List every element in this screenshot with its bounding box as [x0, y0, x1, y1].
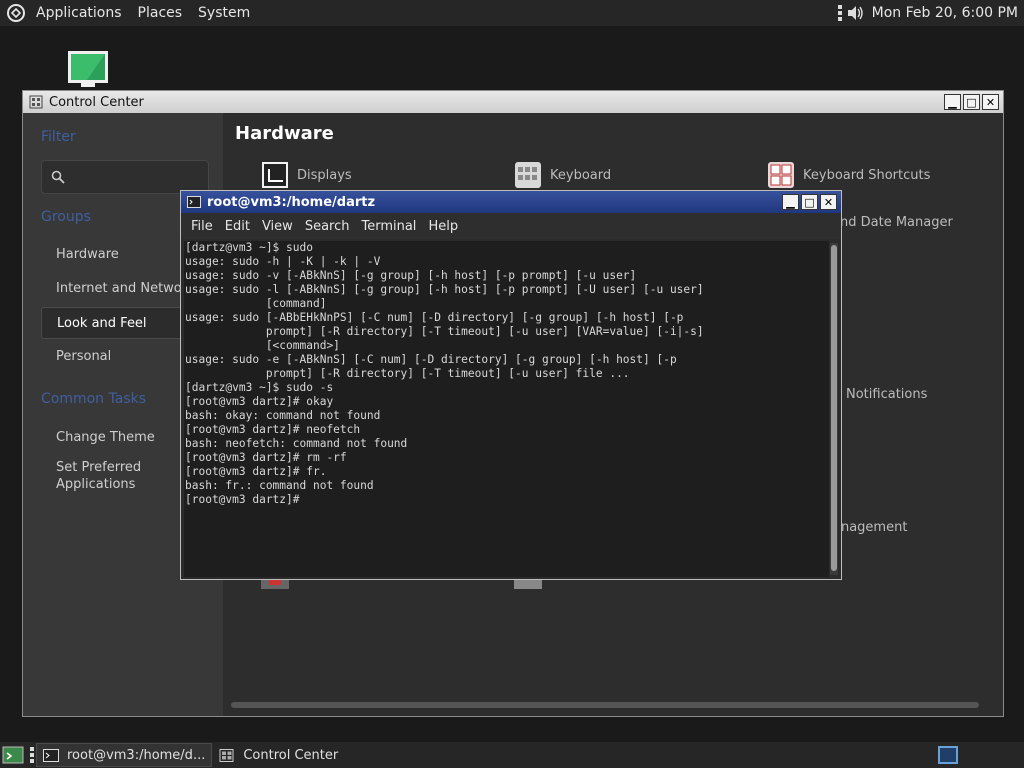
- terminal-line: bash: fr.: command not found: [185, 479, 374, 492]
- horizontal-scrollbar[interactable]: [231, 702, 979, 708]
- terminal-line: usage: sudo -v [-ABkNnS] [-g group] [-h …: [185, 269, 637, 282]
- app-label: Keyboard: [550, 167, 612, 183]
- app-displays[interactable]: Displays: [261, 161, 352, 189]
- terminal-titlebar[interactable]: root@vm3:/home/dartz ▁ □ ✕: [181, 191, 841, 213]
- terminal-scrollbar-thumb[interactable]: [831, 245, 837, 571]
- terminal-line: [command]: [185, 297, 327, 310]
- terminal-task-icon: [43, 748, 59, 762]
- control-center-icon: [29, 95, 43, 109]
- terminal-line: usage: sudo -h | -K | -k | -V: [185, 255, 381, 268]
- top-right-tray: Mon Feb 20, 6:00 PM: [837, 0, 1024, 26]
- menu-applications[interactable]: Applications: [28, 0, 130, 26]
- terminal-line: [root@vm3 dartz]# rm -rf: [185, 451, 347, 464]
- terminal-menu-edit[interactable]: Edit: [219, 219, 256, 234]
- terminal-menu-file[interactable]: File: [185, 219, 219, 234]
- app-label: Keyboard Shortcuts: [803, 167, 931, 183]
- app-date-manager-label[interactable]: nd Date Manager: [840, 215, 953, 230]
- keyboard-shortcuts-icon: [768, 162, 794, 188]
- app-management-label[interactable]: anagement: [833, 520, 907, 535]
- filter-heading: Filter: [41, 129, 76, 145]
- terminal-maximize-button[interactable]: □: [801, 194, 818, 210]
- terminal-menu-view[interactable]: View: [256, 219, 299, 234]
- groups-heading: Groups: [41, 209, 91, 225]
- partial-gray-app-icon[interactable]: [514, 579, 542, 589]
- control-center-task-icon: [219, 748, 234, 762]
- terminal-scrollbar[interactable]: [830, 243, 838, 575]
- terminal-line: [root@vm3 dartz]# neofetch: [185, 423, 361, 436]
- terminal-line: usage: sudo -l [-ABkNnS] [-g group] [-h …: [185, 283, 704, 296]
- window-controls: ▁ □ ✕: [944, 94, 999, 110]
- top-menu: Applications Places System: [28, 0, 258, 26]
- terminal-line: usage: sudo -e [-ABkNnS] [-C num] [-D di…: [185, 353, 677, 366]
- window-title: Control Center: [49, 94, 144, 110]
- terminal-line: [dartz@vm3 ~]$ sudo: [185, 241, 313, 254]
- bottom-panel: root@vm3:/home/d... Control Center: [0, 742, 1024, 768]
- terminal-menu-terminal[interactable]: Terminal: [355, 219, 422, 234]
- app-label: Displays: [297, 167, 352, 183]
- workspace-switcher[interactable]: [938, 746, 958, 764]
- partial-red-app-icon[interactable]: [261, 579, 289, 589]
- terminal-output: [dartz@vm3 ~]$ sudo usage: sudo -h | -K |…: [184, 241, 829, 507]
- filter-search-input[interactable]: [41, 160, 209, 194]
- terminal-output-area[interactable]: [dartz@vm3 ~]$ sudo usage: sudo -h | -K |…: [184, 241, 829, 577]
- terminal-menu-help[interactable]: Help: [422, 219, 464, 234]
- app-keyboard-shortcuts[interactable]: Keyboard Shortcuts: [767, 161, 930, 189]
- close-button[interactable]: ✕: [982, 94, 999, 110]
- app-notifications-label[interactable]: Notifications: [846, 387, 927, 402]
- volume-icon[interactable]: [846, 4, 866, 22]
- terminal-menubar: File Edit View Search Terminal Help: [181, 213, 841, 239]
- terminal-line: bash: neofetch: command not found: [185, 437, 408, 450]
- terminal-line: [dartz@vm3 ~]$ sudo -s: [185, 381, 334, 394]
- terminal-line: bash: okay: command not found: [185, 409, 381, 422]
- terminal-menu-search[interactable]: Search: [299, 219, 356, 234]
- terminal-window: root@vm3:/home/dartz ▁ □ ✕ File Edit Vie…: [180, 190, 842, 580]
- section-title: Hardware: [235, 123, 334, 144]
- menu-system[interactable]: System: [190, 0, 258, 26]
- task-label: root@vm3:/home/d...: [67, 747, 206, 763]
- minimize-button[interactable]: ▁: [944, 94, 961, 110]
- network-icon[interactable]: [837, 5, 842, 21]
- terminal-close-button[interactable]: ✕: [820, 194, 837, 210]
- clock[interactable]: Mon Feb 20, 6:00 PM: [866, 5, 1024, 21]
- show-desktop-icon[interactable]: [2, 744, 24, 766]
- search-icon: [51, 170, 65, 184]
- terminal-line: [root@vm3 dartz]# okay: [185, 395, 334, 408]
- app-keyboard[interactable]: Keyboard: [514, 161, 611, 189]
- taskbar-handle-icon[interactable]: [30, 747, 34, 763]
- task-terminal[interactable]: root@vm3:/home/d...: [36, 743, 213, 767]
- terminal-title: root@vm3:/home/dartz: [207, 194, 376, 210]
- menu-places[interactable]: Places: [130, 0, 191, 26]
- terminal-line: [root@vm3 dartz]# fr.: [185, 465, 327, 478]
- task-label: Control Center: [243, 747, 339, 763]
- terminal-line: prompt] [-R directory] [-T timeout] [-u …: [185, 325, 704, 338]
- terminal-line: [<command>]: [185, 339, 340, 352]
- terminal-line: usage: sudo [-ABbEHkNnPS] [-C num] [-D d…: [185, 311, 684, 324]
- terminal-icon: [187, 196, 201, 208]
- distro-logo-icon[interactable]: [6, 3, 26, 23]
- computer-desktop-icon[interactable]: [67, 50, 109, 88]
- terminal-minimize-button[interactable]: ▁: [782, 194, 799, 210]
- control-center-titlebar[interactable]: Control Center ▁ □ ✕: [23, 91, 1003, 113]
- top-panel: Applications Places System Mon Feb 20, 6…: [0, 0, 1024, 26]
- maximize-button[interactable]: □: [963, 94, 980, 110]
- keyboard-icon: [515, 162, 541, 188]
- terminal-line: prompt] [-R directory] [-T timeout] [-u …: [185, 367, 630, 380]
- task-control-center[interactable]: Control Center: [212, 743, 345, 767]
- terminal-window-controls: ▁ □ ✕: [782, 194, 837, 210]
- displays-icon: [262, 162, 288, 188]
- common-tasks-heading: Common Tasks: [41, 391, 147, 407]
- terminal-line: [root@vm3 dartz]#: [185, 493, 300, 506]
